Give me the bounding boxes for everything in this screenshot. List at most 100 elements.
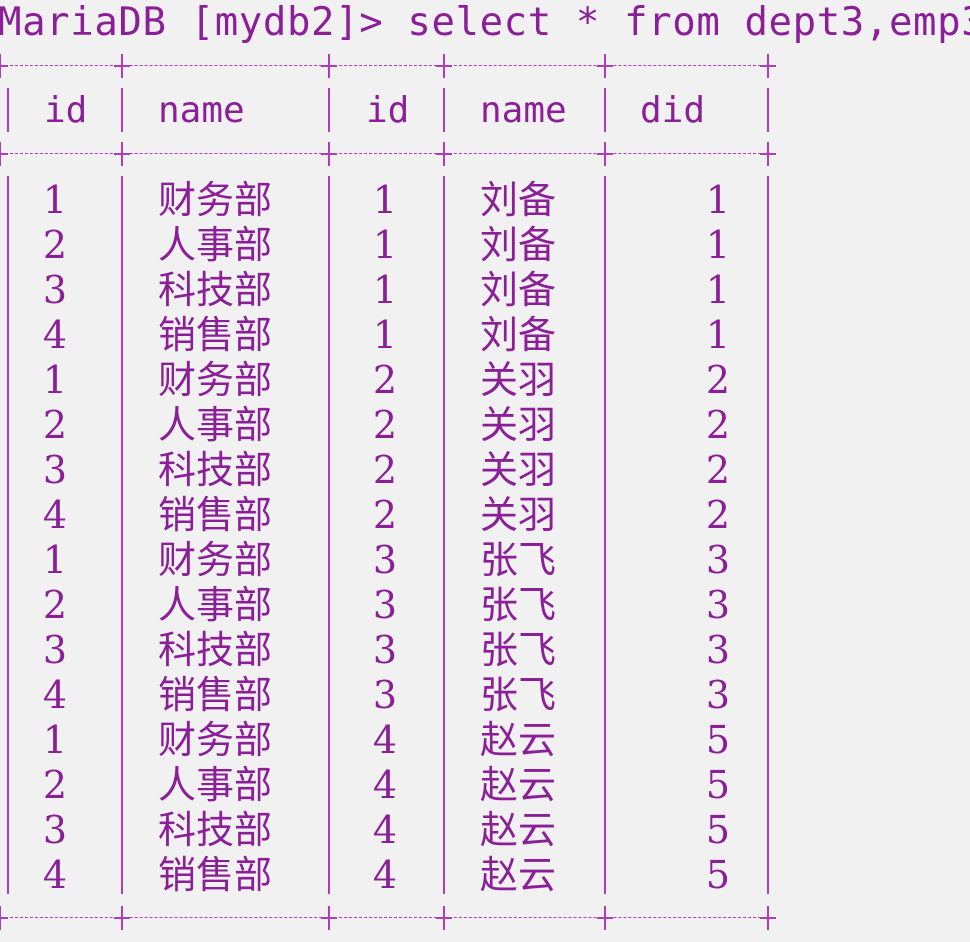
cell-dept-id: 4 (42, 853, 68, 897)
cell-did: 1 (705, 178, 730, 222)
cell-emp-name: 赵云 (480, 808, 557, 852)
column-separator (121, 88, 123, 132)
column-header-id: id (44, 90, 88, 131)
cell-dept-name: 财务部 (158, 358, 273, 402)
cell-did: 5 (705, 853, 730, 897)
cell-emp-id: 1 (372, 313, 398, 357)
cell-dept-id: 2 (42, 403, 68, 447)
cell-emp-name: 张飞 (480, 673, 557, 717)
table-top-border (0, 54, 776, 78)
cell-emp-name: 关羽 (480, 403, 557, 447)
column-header-did: did (640, 90, 706, 131)
column-separator (443, 88, 445, 132)
cell-did: 2 (705, 448, 730, 492)
table-row: 1 财务部 3 张飞 3 (0, 538, 776, 583)
cell-did: 3 (705, 583, 730, 627)
cell-did: 2 (705, 493, 730, 537)
cell-emp-name: 赵云 (480, 853, 557, 897)
cell-emp-id: 1 (372, 223, 398, 267)
cell-dept-name: 人事部 (158, 763, 273, 807)
border-corner (597, 54, 613, 78)
cell-dept-id: 1 (42, 358, 68, 402)
cell-emp-name: 关羽 (480, 358, 557, 402)
terminal-output: MariaDB [mydb2]> select * from dept3,emp… (0, 0, 970, 942)
border-corner (0, 142, 8, 166)
table-row: 2 人事部 1 刘备 1 (0, 223, 776, 268)
cell-dept-id: 1 (42, 718, 68, 762)
table-row: 1 财务部 2 关羽 2 (0, 358, 776, 403)
cell-emp-name: 刘备 (480, 313, 557, 357)
table-row: 2 人事部 2 关羽 2 (0, 403, 776, 448)
cell-emp-id: 3 (372, 583, 398, 627)
table-header-border (0, 142, 776, 166)
cell-did: 3 (705, 673, 730, 717)
cell-did: 1 (705, 268, 730, 312)
table-row: 4 销售部 2 关羽 2 (0, 493, 776, 538)
cell-dept-name: 科技部 (158, 448, 273, 492)
cell-emp-name: 赵云 (480, 763, 557, 807)
cell-did: 5 (705, 808, 730, 852)
cell-emp-name: 关羽 (480, 448, 557, 492)
sql-prompt-line: MariaDB [mydb2]> select * from dept3,emp… (0, 0, 970, 45)
border-corner (597, 142, 613, 166)
cell-emp-name: 张飞 (480, 538, 557, 582)
column-separator (604, 88, 606, 132)
cell-emp-id: 4 (372, 718, 398, 762)
cell-dept-name: 科技部 (158, 808, 273, 852)
cell-dept-name: 人事部 (158, 583, 273, 627)
border-corner (114, 142, 130, 166)
cell-dept-id: 4 (42, 673, 68, 717)
cell-dept-name: 人事部 (158, 403, 273, 447)
column-header-id: id (366, 90, 410, 131)
cell-emp-name: 刘备 (480, 268, 557, 312)
border-corner (321, 142, 337, 166)
column-separator (767, 88, 769, 132)
cell-emp-id: 1 (372, 178, 398, 222)
cell-emp-id: 4 (372, 853, 398, 897)
table-row: 3 科技部 1 刘备 1 (0, 268, 776, 313)
cell-emp-id: 3 (372, 673, 398, 717)
table-row: 4 销售部 1 刘备 1 (0, 313, 776, 358)
column-header-name: name (158, 90, 245, 131)
cell-did: 3 (705, 628, 730, 672)
table-row: 3 科技部 4 赵云 5 (0, 808, 776, 853)
cell-dept-id: 1 (42, 178, 68, 222)
border-corner (114, 54, 130, 78)
border-corner (321, 906, 337, 930)
cell-dept-id: 4 (42, 313, 68, 357)
border-corner (760, 906, 776, 930)
cell-dept-id: 3 (42, 268, 68, 312)
cell-dept-id: 1 (42, 538, 68, 582)
table-row: 2 人事部 4 赵云 5 (0, 763, 776, 808)
border-corner (321, 54, 337, 78)
border-corner (0, 54, 8, 78)
cell-did: 5 (705, 763, 730, 807)
table-row: 1 财务部 4 赵云 5 (0, 718, 776, 763)
border-corner (760, 54, 776, 78)
cell-emp-id: 1 (372, 268, 398, 312)
cell-emp-id: 2 (372, 358, 398, 402)
cell-dept-id: 3 (42, 448, 68, 492)
cell-dept-name: 科技部 (158, 628, 273, 672)
cell-emp-id: 2 (372, 403, 398, 447)
cell-emp-name: 张飞 (480, 628, 557, 672)
border-corner (0, 906, 8, 930)
table-row: 4 销售部 4 赵云 5 (0, 853, 776, 898)
cell-did: 2 (705, 358, 730, 402)
table-row: 2 人事部 3 张飞 3 (0, 583, 776, 628)
cell-dept-name: 销售部 (158, 313, 273, 357)
border-corner (760, 142, 776, 166)
cell-dept-id: 3 (42, 808, 68, 852)
cell-dept-name: 财务部 (158, 538, 273, 582)
cell-emp-name: 刘备 (480, 223, 557, 267)
column-header-name: name (480, 90, 567, 131)
border-corner (436, 906, 452, 930)
cell-emp-name: 刘备 (480, 178, 557, 222)
cell-dept-name: 销售部 (158, 673, 273, 717)
cell-did: 3 (705, 538, 730, 582)
cell-did: 1 (705, 223, 730, 267)
cell-dept-name: 科技部 (158, 268, 273, 312)
cell-emp-name: 赵云 (480, 718, 557, 762)
border-corner (114, 906, 130, 930)
table-row: 4 销售部 3 张飞 3 (0, 673, 776, 718)
